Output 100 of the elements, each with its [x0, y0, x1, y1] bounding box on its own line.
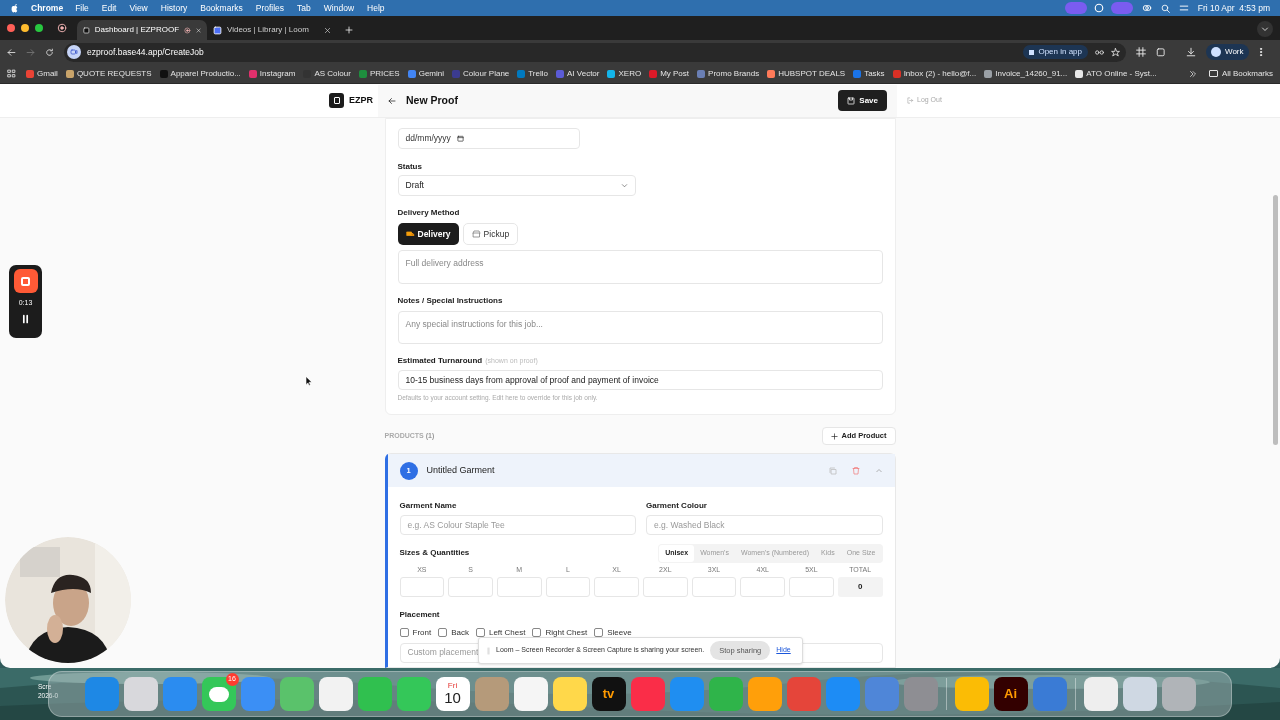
chevron-right-icon: [1188, 69, 1197, 78]
bookmark-item[interactable]: AS Colour: [303, 67, 351, 80]
app-icon[interactable]: [1122, 677, 1157, 711]
date-field[interactable]: dd/mm/yyyy: [397, 128, 580, 149]
quantity-field[interactable]: [594, 576, 639, 597]
apple-logo-icon: [10, 3, 19, 13]
menu-item[interactable]: Edit: [101, 1, 117, 15]
turnaround-field[interactable]: 10-15 business days from approval of proof and payment of invoice: [397, 370, 883, 390]
site-icon[interactable]: [67, 45, 81, 59]
field-label: Estimated Turnaround: [397, 355, 483, 367]
save-button[interactable]: Save: [838, 90, 887, 111]
quantity-field[interactable]: [496, 576, 542, 597]
bookmark-item[interactable]: Gemini: [407, 67, 445, 80]
app-icon[interactable]: [84, 677, 119, 711]
stop-recording-button[interactable]: [13, 269, 38, 293]
logout-icon: [907, 97, 914, 104]
zoom-window-button[interactable]: [35, 24, 43, 32]
quantity-field[interactable]: [399, 576, 445, 597]
menu-item[interactable]: File: [75, 1, 89, 15]
notes-field[interactable]: Any special instructions for this job...: [397, 311, 883, 344]
browser-tab[interactable]: Dashboard | EZPROOF: [77, 20, 207, 40]
placement-checkbox[interactable]: Front: [399, 626, 432, 639]
menu-clock[interactable]: Fri 10 Apr 4:53 pm: [1197, 1, 1270, 15]
bookmark-item[interactable]: HUBSPOT DEALS: [767, 67, 846, 80]
bookmark-item[interactable]: Colour Plane: [452, 67, 510, 80]
menu-item[interactable]: History: [160, 1, 188, 15]
brand-name[interactable]: EZPR: [349, 93, 373, 108]
status-select[interactable]: Draft: [397, 175, 636, 196]
status-icon[interactable]: [1110, 2, 1133, 14]
app-icon[interactable]: [552, 677, 587, 711]
back-arrow-icon: [388, 96, 396, 105]
delivery-option-button[interactable]: Pickup: [462, 223, 519, 245]
bookmark-item[interactable]: My Post: [649, 67, 690, 80]
browser-tab[interactable]: Videos | Library | Loom: [207, 20, 337, 40]
bookmark-item[interactable]: Apparel Productio...: [159, 67, 241, 80]
page-title: New Proof: [406, 92, 459, 108]
bookmark-item[interactable]: Tasks: [853, 67, 885, 80]
placement-checkbox[interactable]: Left Chest: [475, 626, 526, 639]
scrollbar-thumb[interactable]: [1273, 195, 1278, 445]
bookmark-item[interactable]: XERO: [607, 67, 642, 80]
app-icon[interactable]: [747, 677, 782, 711]
menu-item[interactable]: View: [129, 1, 148, 15]
app-icon[interactable]: [513, 677, 548, 711]
placement-checkbox[interactable]: Back: [438, 626, 469, 639]
address-field[interactable]: Full delivery address: [397, 250, 883, 284]
quantity-field[interactable]: [691, 576, 737, 597]
bookmark-item[interactable]: AI Vector: [556, 67, 600, 80]
bookmark-item[interactable]: Inbox (2) - hello@f...: [892, 67, 977, 80]
quantity-field[interactable]: [545, 576, 591, 597]
bookmark-item[interactable]: Instagram: [248, 67, 296, 80]
brand-logo[interactable]: [329, 93, 344, 108]
field-label: Placement: [399, 608, 440, 621]
plus-icon: [830, 432, 838, 440]
quantity-field[interactable]: [789, 576, 834, 597]
bookmark-item[interactable]: ATO Online - Syst...: [1075, 67, 1157, 80]
minimize-window-button[interactable]: [21, 24, 29, 32]
chevron-up-icon[interactable]: [874, 466, 883, 475]
app-icon[interactable]: Ai: [993, 677, 1028, 711]
app-icon[interactable]: [279, 677, 314, 711]
menu-app-name[interactable]: Chrome: [31, 1, 64, 15]
bookmark-item[interactable]: Promo Brands: [697, 67, 760, 80]
tab-search-button[interactable]: [1257, 21, 1273, 37]
tab-title: Dashboard | EZPROOF: [94, 24, 180, 36]
status-icon[interactable]: [1064, 2, 1087, 14]
menu-item[interactable]: Profiles: [255, 1, 285, 15]
field-label: Garment Name: [399, 500, 457, 512]
delivery-option-button[interactable]: Delivery: [397, 223, 459, 245]
back-icon: [7, 47, 16, 57]
reload-icon: [45, 47, 54, 57]
bookmark-item[interactable]: PRICES: [358, 67, 400, 80]
app-icon[interactable]: [1161, 677, 1196, 711]
open-in-app-button[interactable]: Open in app: [1023, 45, 1088, 59]
app-icon[interactable]: [396, 677, 431, 711]
menu-item[interactable]: Bookmarks: [200, 1, 243, 15]
app-icon[interactable]: [474, 677, 509, 711]
bookmark-item[interactable]: Trello: [517, 67, 548, 80]
all-bookmarks-button[interactable]: All Bookmarks: [1208, 67, 1273, 80]
app-icon[interactable]: [123, 677, 158, 711]
close-window-button[interactable]: [7, 24, 15, 32]
calendar-app-icon[interactable]: Fri 10: [435, 677, 470, 711]
profile-button[interactable]: Work: [1206, 44, 1249, 60]
menu-item[interactable]: Tab: [297, 1, 311, 15]
app-icon[interactable]: [954, 677, 989, 711]
app-icon[interactable]: [1083, 677, 1118, 711]
menu-item[interactable]: Window: [323, 1, 355, 15]
app-icon[interactable]: [357, 677, 392, 711]
calendar-icon: [456, 135, 464, 142]
extensions-icon: [1156, 47, 1166, 57]
quantity-field[interactable]: [643, 576, 688, 597]
app-icon[interactable]: [318, 677, 353, 711]
menu-item[interactable]: Help: [367, 1, 385, 15]
quantity-field[interactable]: [448, 576, 493, 597]
bookmark-item[interactable]: Gmail: [26, 67, 58, 80]
quantity-field[interactable]: [740, 576, 786, 597]
bookmark-item[interactable]: QUOTE REQUESTS: [65, 67, 152, 80]
bookmark-item[interactable]: Invoice_14260_91...: [984, 67, 1068, 80]
app-icon[interactable]: tv: [591, 677, 626, 711]
record-icon: [57, 23, 67, 33]
more-icon: [1258, 47, 1263, 57]
address-bar[interactable]: ezproof.base44.app/CreateJob Open in app: [64, 42, 1126, 62]
